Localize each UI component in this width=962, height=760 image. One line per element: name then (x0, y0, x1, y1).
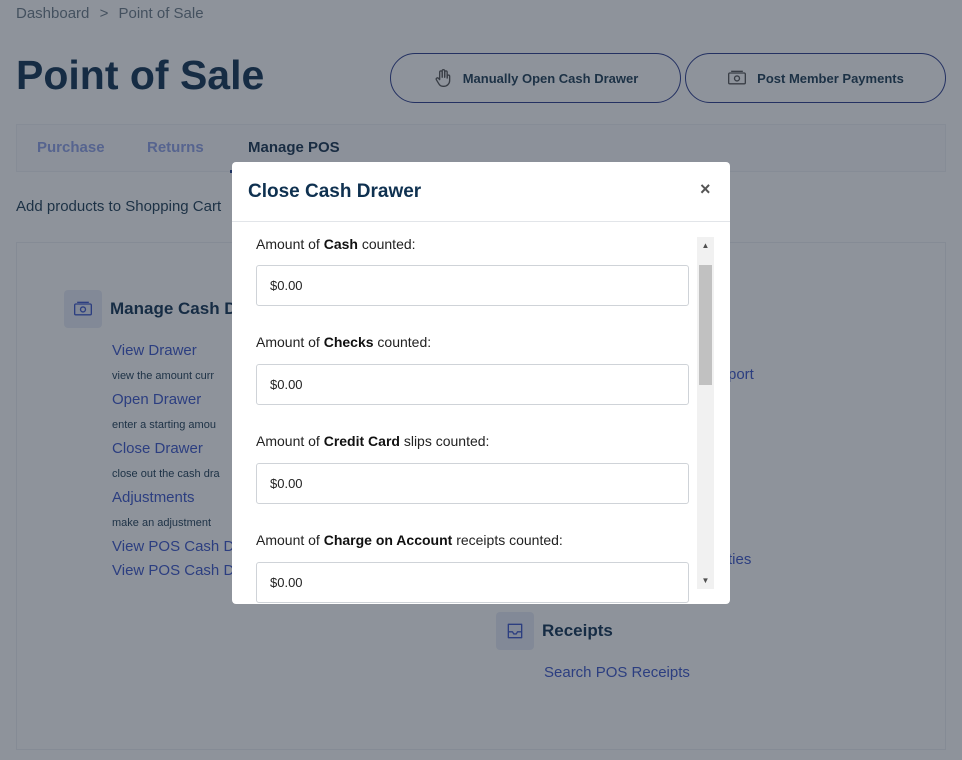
label-suffix: receipts counted: (452, 532, 563, 548)
label-strong: Charge on Account (323, 532, 453, 548)
checks-counted-label: Amount of Checks counted: (256, 334, 431, 350)
label-prefix: Amount of (256, 334, 324, 350)
label-strong: Checks (323, 334, 374, 350)
label-prefix: Amount of (256, 532, 324, 548)
close-icon[interactable]: × (700, 179, 711, 200)
charge-on-account-counted-label: Amount of Charge on Account receipts cou… (256, 532, 563, 548)
label-strong: Credit Card (323, 433, 400, 449)
modal-scrollbar[interactable]: ▲ ▼ (697, 237, 714, 589)
scroll-down-arrow-icon[interactable]: ▼ (697, 572, 714, 589)
label-prefix: Amount of (256, 236, 324, 252)
close-cash-drawer-modal: Close Cash Drawer × Amount of Cash count… (232, 162, 730, 604)
scroll-up-arrow-icon[interactable]: ▲ (697, 237, 714, 254)
credit-card-counted-input[interactable] (256, 463, 689, 504)
checks-counted-input[interactable] (256, 364, 689, 405)
cash-counted-input[interactable] (256, 265, 689, 306)
modal-body: Amount of Cash counted: Amount of Checks… (232, 223, 730, 604)
label-prefix: Amount of (256, 433, 324, 449)
modal-title: Close Cash Drawer (248, 181, 422, 202)
label-strong: Cash (323, 236, 358, 252)
modal-header: Close Cash Drawer × (232, 162, 730, 222)
label-suffix: slips counted: (399, 433, 490, 449)
label-suffix: counted: (357, 236, 416, 252)
scroll-thumb[interactable] (699, 265, 712, 385)
charge-on-account-counted-input[interactable] (256, 562, 689, 603)
cash-counted-label: Amount of Cash counted: (256, 236, 416, 252)
label-suffix: counted: (373, 334, 432, 350)
credit-card-counted-label: Amount of Credit Card slips counted: (256, 433, 489, 449)
